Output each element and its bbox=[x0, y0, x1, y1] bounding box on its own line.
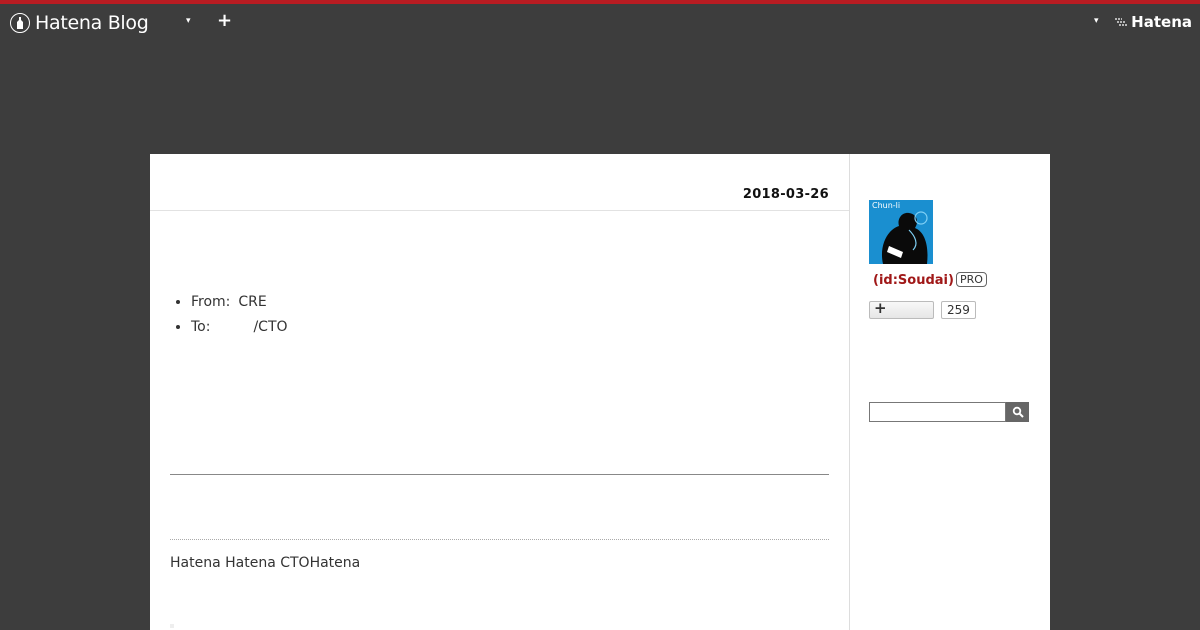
entry-footer-text: Hatena Hatena CTOHatena bbox=[170, 555, 361, 571]
entry-date-row: 2018-03-26 bbox=[150, 154, 849, 211]
list-item-value: CRE bbox=[238, 294, 267, 310]
hatena-brand-text: Hatena bbox=[1131, 13, 1192, 31]
account-menu-chevron-down-icon[interactable]: ▾ bbox=[1094, 16, 1099, 26]
list-item: To: /CTO bbox=[191, 319, 288, 335]
pro-badge: PRO bbox=[956, 272, 987, 287]
global-header: Hatena Blog ▾ + ▾ Hatena bbox=[0, 4, 1200, 42]
user-id-link[interactable]: (id:Soudai) bbox=[873, 273, 954, 288]
hatena-blog-logo[interactable]: Hatena Blog bbox=[10, 11, 149, 35]
entry-date[interactable]: 2018-03-26 bbox=[743, 187, 829, 202]
blog-page: 2018-03-26 From: CRE To: /CTO Hatena Haten… bbox=[150, 154, 1050, 630]
hatena-blog-logo-icon bbox=[10, 13, 30, 33]
logo-text: Hatena Blog bbox=[35, 12, 149, 34]
follower-count[interactable]: 259 bbox=[941, 301, 976, 319]
follow-button[interactable]: + bbox=[869, 299, 934, 319]
sidebar: Chun-li (id:Soudai) PRO + 259 bbox=[869, 154, 1050, 630]
plus-icon: + bbox=[874, 299, 887, 317]
entry-divider bbox=[170, 474, 829, 475]
list-item-key: To: bbox=[191, 319, 211, 335]
list-item: From: CRE bbox=[191, 294, 288, 310]
decorative-dot bbox=[170, 624, 174, 628]
list-item-key: From: bbox=[191, 294, 231, 310]
search-icon bbox=[1012, 406, 1024, 418]
entry-dotted-divider bbox=[170, 539, 829, 540]
avatar[interactable]: Chun-li bbox=[869, 200, 933, 264]
hatena-wing-icon bbox=[1115, 18, 1128, 26]
entry-main: 2018-03-26 From: CRE To: /CTO Hatena Haten… bbox=[150, 154, 850, 630]
blog-menu-chevron-down-icon[interactable]: ▾ bbox=[186, 16, 191, 26]
search-button[interactable] bbox=[1006, 402, 1029, 422]
list-item-value: /CTO bbox=[253, 319, 288, 335]
search-input[interactable] bbox=[869, 402, 1006, 422]
hatena-brand-link[interactable]: Hatena bbox=[1114, 13, 1192, 31]
entry-list: From: CRE To: /CTO bbox=[171, 294, 288, 344]
avatar-label: Chun-li bbox=[872, 201, 901, 210]
new-post-plus-icon[interactable]: + bbox=[217, 10, 232, 31]
